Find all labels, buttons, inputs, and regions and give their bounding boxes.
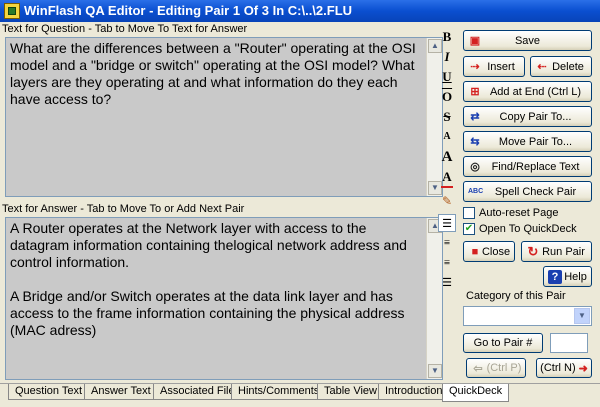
tab-quickdeck[interactable]: QuickDeck <box>442 384 510 402</box>
open-quickdeck-checkbox[interactable]: ✔ <box>463 223 475 235</box>
add-icon: ⊞ <box>470 86 480 98</box>
insert-button[interactable]: ⇢ Insert <box>463 56 525 77</box>
delete-button[interactable]: ⇠ Delete <box>530 56 592 77</box>
bold-button[interactable]: B <box>438 28 456 46</box>
auto-reset-checkbox[interactable] <box>463 207 475 219</box>
align-left-icon[interactable]: ☰ <box>438 214 456 232</box>
go-to-pair-input[interactable] <box>550 333 588 353</box>
move-icon: ⇆ <box>470 136 480 148</box>
go-to-pair-button[interactable]: Go to Pair # <box>463 333 543 353</box>
italic-button[interactable]: I <box>438 48 456 66</box>
question-text[interactable]: What are the differences between a "Rout… <box>10 40 424 108</box>
answer-textbox[interactable]: A Router operates at the Network layer w… <box>5 217 443 380</box>
font-size-small-button[interactable]: A <box>438 128 456 146</box>
next-pair-button[interactable]: (Ctrl N) ➜ <box>536 358 592 378</box>
close-button[interactable]: ■ Close <box>463 241 515 262</box>
binoculars-icon: ◎ <box>470 161 480 173</box>
save-button[interactable]: ▣ Save <box>463 30 592 51</box>
title-bar[interactable]: WinFlash QA Editor - Editing Pair 1 Of 3… <box>0 0 600 22</box>
category-label: Category of this Pair <box>466 290 566 302</box>
arrow-left-icon: ⇦ <box>473 363 483 375</box>
answer-label: Text for Answer - Tab to Move To or Add … <box>2 203 245 215</box>
question-label: Text for Question - Tab to Move To Text … <box>2 23 248 35</box>
font-color-swatch <box>441 186 453 188</box>
font-size-large-button[interactable]: A <box>438 148 456 166</box>
category-select[interactable]: ▼ <box>463 306 592 326</box>
underline-button[interactable]: U <box>438 68 456 86</box>
answer-text[interactable]: A Router operates at the Network layer w… <box>10 220 424 339</box>
tab-introduction[interactable]: Introduction <box>378 384 450 400</box>
window-title: WinFlash QA Editor - Editing Pair 1 Of 3… <box>24 3 353 18</box>
app-icon <box>4 3 20 19</box>
open-quickdeck-option[interactable]: ✔ Open To QuickDeck <box>463 223 577 235</box>
tab-question-text[interactable]: Question Text <box>8 384 90 400</box>
arrow-right-icon: ➜ <box>578 362 588 375</box>
question-textbox[interactable]: What are the differences between a "Rout… <box>5 37 443 197</box>
chevron-down-icon[interactable]: ▼ <box>574 308 590 324</box>
insert-icon: ⇢ <box>470 61 480 73</box>
spell-check-button[interactable]: ABC Spell Check Pair <box>463 181 592 202</box>
font-color-icon: A <box>442 169 452 184</box>
previous-pair-button[interactable]: ⇦ (Ctrl P) <box>466 358 526 378</box>
align-center-icon[interactable]: ≡ <box>438 234 456 252</box>
tab-hints-comments[interactable]: Hints/Comments <box>231 384 327 400</box>
format-toolbar: B I U O S A A A ✎ ☰ ≡ ≡ ☰ <box>436 24 458 380</box>
strikethrough-button[interactable]: S <box>438 108 456 126</box>
auto-reset-option[interactable]: Auto-reset Page <box>463 207 559 219</box>
align-right-icon[interactable]: ≡ <box>438 254 456 272</box>
run-pair-button[interactable]: ↻ Run Pair <box>521 241 592 262</box>
justify-icon[interactable]: ☰ <box>438 274 456 292</box>
run-icon: ↻ <box>527 244 539 259</box>
overline-button[interactable]: O <box>438 88 456 106</box>
close-icon: ■ <box>471 246 479 258</box>
highlight-pen-icon[interactable]: ✎ <box>438 192 456 210</box>
move-pair-button[interactable]: ⇆ Move Pair To... <box>463 131 592 152</box>
find-replace-button[interactable]: ◎ Find/Replace Text <box>463 156 592 177</box>
spell-check-icon: ABC <box>468 188 484 195</box>
tab-table-view[interactable]: Table View <box>317 384 384 400</box>
floppy-icon: ▣ <box>469 35 481 47</box>
help-button[interactable]: ? Help <box>543 266 592 287</box>
add-at-end-button[interactable]: ⊞ Add at End (Ctrl L) <box>463 81 592 102</box>
copy-pair-button[interactable]: ⇄ Copy Pair To... <box>463 106 592 127</box>
font-color-button[interactable]: A <box>438 168 456 186</box>
tab-bar: Question Text Answer Text Associated Fil… <box>0 383 600 407</box>
tab-answer-text[interactable]: Answer Text <box>84 384 158 400</box>
help-icon: ? <box>548 270 562 284</box>
delete-icon: ⇠ <box>537 61 547 73</box>
copy-icon: ⇄ <box>470 111 480 123</box>
